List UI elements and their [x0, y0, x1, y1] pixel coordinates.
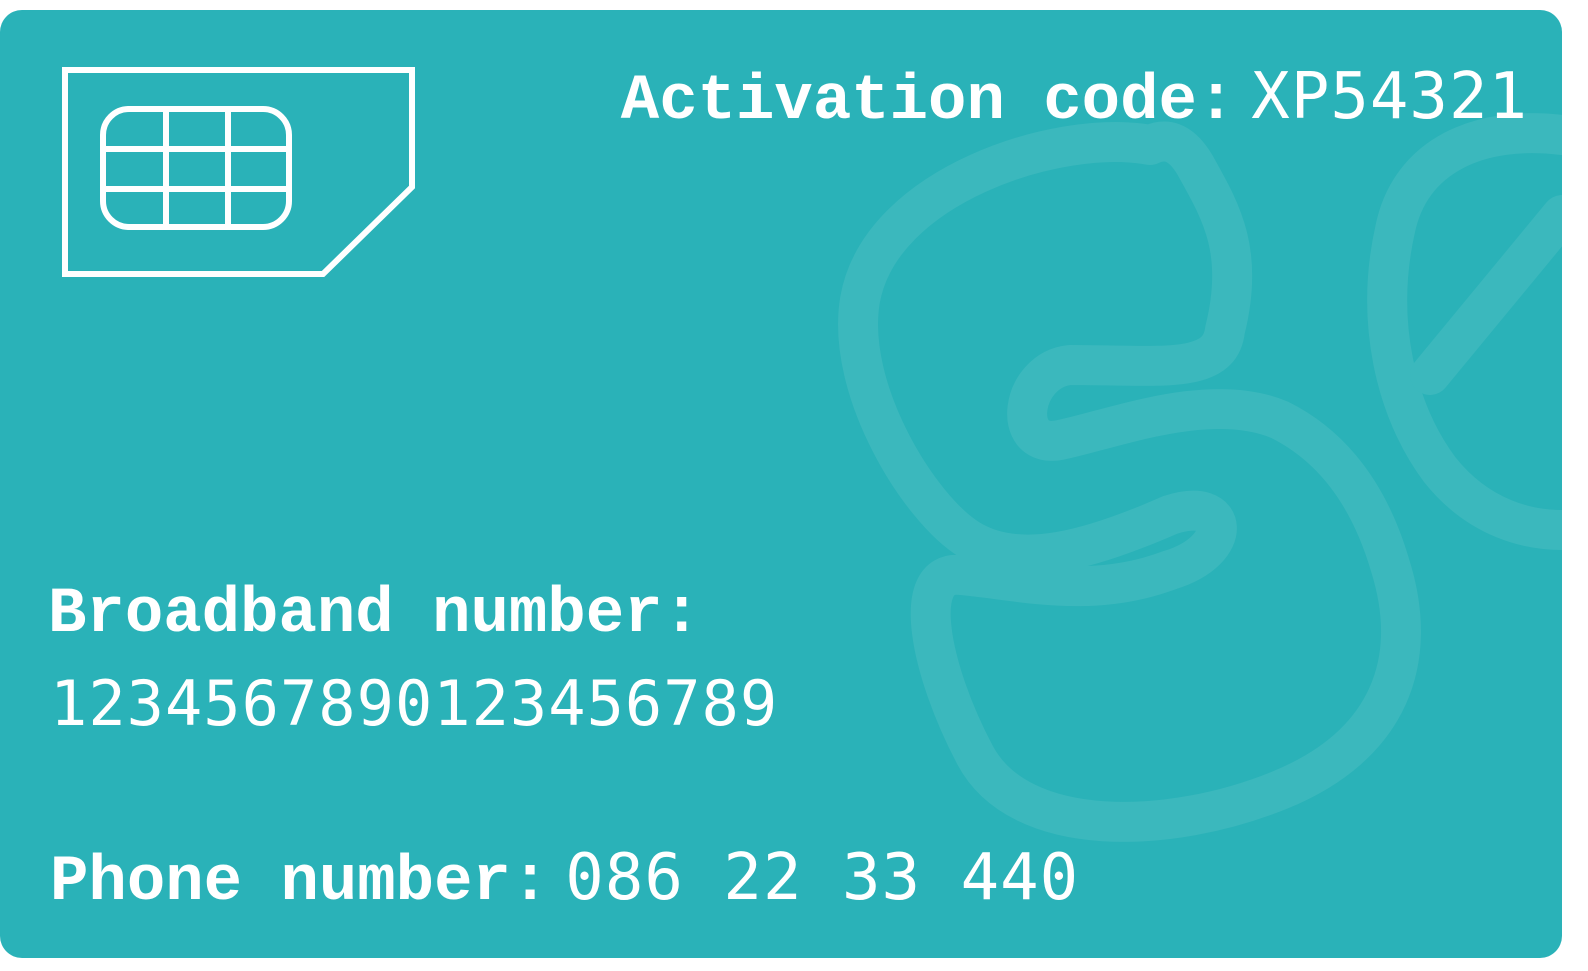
activation-code-row: Activation code: XP54321 — [621, 65, 1528, 134]
broadband-number-label: Broadband number: — [48, 579, 701, 651]
sim-card: Activation code: XP54321 Broadband numbe… — [0, 10, 1562, 958]
sim-card-chip-icon — [62, 67, 415, 277]
phone-number-label: Phone number: — [50, 847, 550, 919]
activation-code-value: XP54321 — [1251, 60, 1528, 134]
phone-number-value: 086 22 33 440 — [565, 841, 1080, 915]
broadband-number-value: 1234567890123456789 — [50, 667, 779, 740]
activation-code-label: Activation code: — [620, 66, 1236, 138]
phone-number-row: Phone number: 086 22 33 440 — [50, 846, 1079, 915]
